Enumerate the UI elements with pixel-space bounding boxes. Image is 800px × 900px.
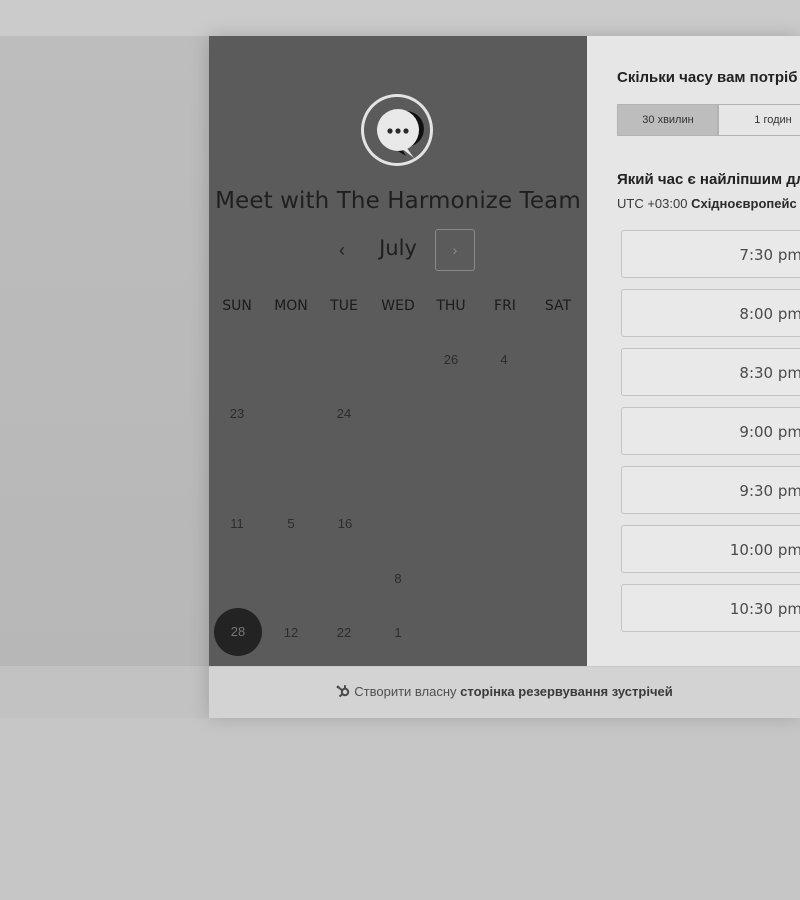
time-slot-button[interactable]: 8:30 pm: [621, 348, 800, 396]
footer: Створити власну сторінка резервування зу…: [209, 666, 800, 718]
page-background-left: [0, 36, 210, 666]
weekday-header: SUN: [222, 298, 252, 314]
time-slot-button[interactable]: 10:30 pm: [621, 584, 800, 632]
duration-question: Скільки часу вам потріб: [617, 69, 798, 86]
create-booking-page-link[interactable]: Створити власну сторінка резервування зу…: [209, 667, 800, 718]
calendar-day[interactable]: 4: [484, 350, 524, 370]
time-slot-button[interactable]: 9:00 pm: [621, 407, 800, 455]
time-slot-button[interactable]: 8:00 pm: [621, 289, 800, 337]
timezone-offset: UTC +03:00: [617, 196, 688, 211]
duration-option-1h[interactable]: 1 годин: [717, 104, 800, 136]
calendar-day[interactable]: 16: [325, 514, 365, 534]
calendar-day[interactable]: 23: [217, 404, 257, 424]
next-month-button[interactable]: ›: [435, 229, 475, 271]
chevron-left-icon: ‹: [339, 240, 345, 260]
timezone-selector[interactable]: UTC +03:00 Східноєвропейс: [617, 196, 797, 211]
weekday-header: SAT: [544, 298, 572, 314]
calendar-day[interactable]: 26: [431, 350, 471, 370]
page-background-top: [0, 0, 800, 36]
time-slot-button[interactable]: 10:00 pm: [621, 525, 800, 573]
time-slot-button[interactable]: 9:30 pm: [621, 466, 800, 514]
time-slot-button[interactable]: 7:30 pm: [621, 230, 800, 278]
weekday-header: FRI: [494, 298, 516, 314]
booking-widget: Meet with The Harmonize Team ‹ July › SU…: [209, 36, 800, 718]
duration-option-30min[interactable]: 30 хвилин: [617, 104, 719, 136]
meeting-title: Meet with The Harmonize Team: [215, 188, 581, 214]
calendar-day[interactable]: 5: [271, 514, 311, 534]
calendar-day[interactable]: 11: [217, 514, 257, 534]
calendar-day[interactable]: 22: [324, 623, 364, 643]
avatar: [360, 93, 434, 171]
footer-text-plain: Створити власну: [354, 684, 457, 699]
weekday-header: TUE: [330, 298, 358, 314]
chat-bubble-icon: [361, 94, 433, 166]
calendar-day[interactable]: 12: [271, 623, 311, 643]
sprocket-icon: [336, 669, 352, 698]
calendar-panel: Meet with The Harmonize Team ‹ July › SU…: [209, 36, 587, 666]
weekday-header: WED: [381, 298, 415, 314]
timezone-name: Східноєвропейс: [691, 196, 797, 211]
calendar-day-selected[interactable]: 28: [214, 608, 262, 656]
chevron-right-icon: ›: [452, 242, 458, 258]
footer-text-bold: сторінка резервування зустрічей: [460, 684, 673, 699]
previous-month-button[interactable]: ‹: [329, 237, 355, 263]
calendar-day[interactable]: 1: [378, 623, 418, 643]
weekday-header: THU: [436, 298, 466, 314]
calendar-day[interactable]: 8: [378, 569, 418, 589]
time-question: Який час є найліпшим дл: [617, 171, 800, 188]
calendar-day[interactable]: 24: [324, 404, 364, 424]
time-selection-panel: Скільки часу вам потріб 30 хвилин 1 годи…: [587, 36, 800, 666]
month-label: July: [379, 236, 417, 260]
page-background-left-lower: [0, 666, 210, 718]
weekday-header: MON: [274, 298, 308, 314]
